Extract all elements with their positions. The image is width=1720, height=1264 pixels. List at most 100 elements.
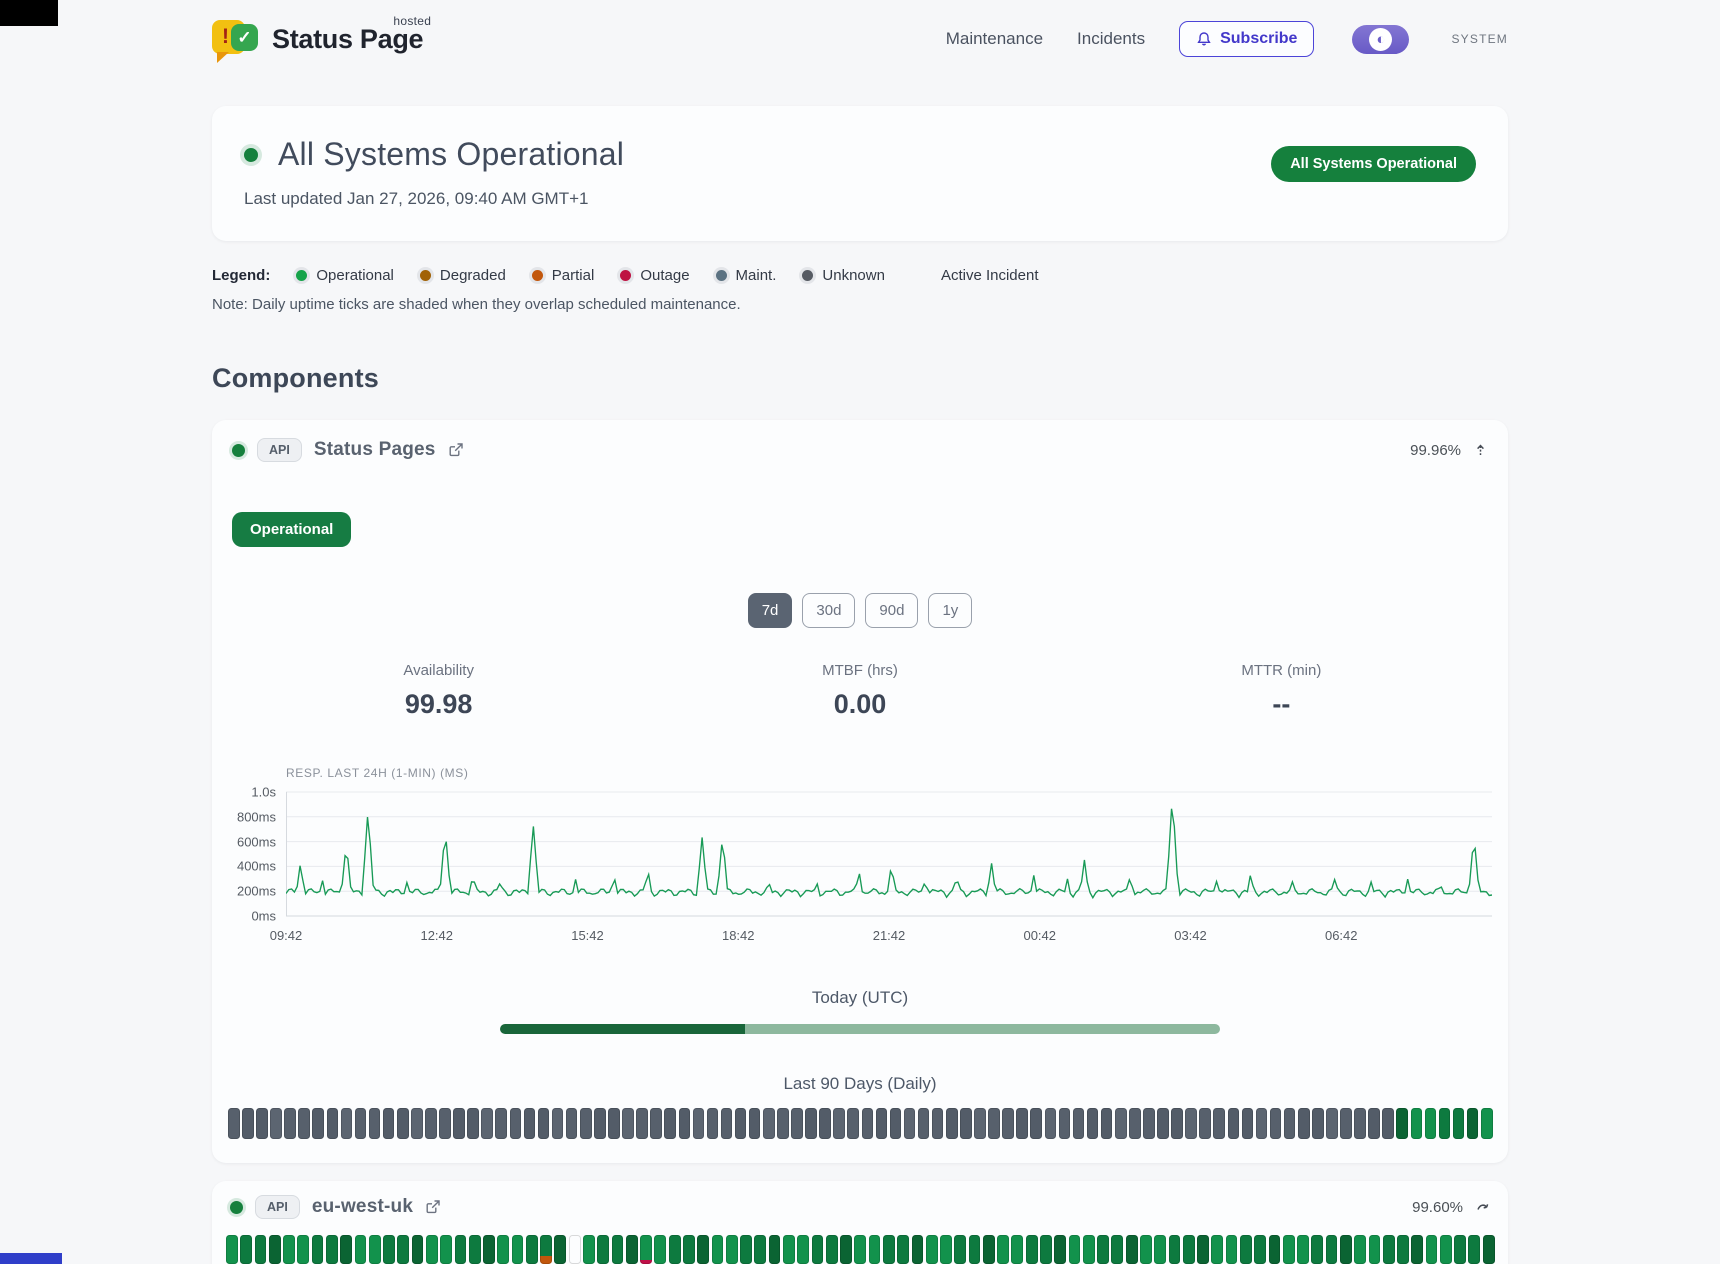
uptime-tick[interactable] [1326,1235,1338,1264]
uptime-tick[interactable] [439,1108,451,1139]
uptime-tick[interactable] [640,1235,652,1264]
uptime-tick[interactable] [283,1235,295,1264]
uptime-tick[interactable] [566,1108,578,1139]
uptime-tick[interactable] [683,1235,695,1264]
uptime-tick[interactable] [512,1235,524,1264]
uptime-tick[interactable] [270,1108,282,1139]
uptime-tick[interactable] [1059,1108,1071,1139]
external-link-icon[interactable] [425,1199,441,1215]
collapse-arrow-icon[interactable] [1473,443,1488,458]
uptime-tick[interactable] [754,1235,766,1264]
uptime-tick[interactable] [440,1235,452,1264]
uptime-tick[interactable] [524,1108,536,1139]
uptime-tick[interactable] [1129,1108,1141,1139]
uptime-tick[interactable] [890,1108,902,1139]
uptime-tick[interactable] [255,1235,267,1264]
uptime-tick[interactable] [483,1235,495,1264]
uptime-tick[interactable] [1101,1108,1113,1139]
uptime-tick[interactable] [1368,1108,1380,1139]
uptime-tick[interactable] [1254,1235,1266,1264]
uptime-tick[interactable] [1073,1108,1085,1139]
uptime-tick[interactable] [769,1235,781,1264]
uptime-tick[interactable] [1354,1108,1366,1139]
uptime-tick[interactable] [497,1235,509,1264]
uptime-tick[interactable] [1411,1235,1423,1264]
uptime-tick[interactable] [712,1235,724,1264]
uptime-tick[interactable] [812,1235,824,1264]
range-30d-button[interactable]: 30d [802,593,855,628]
uptime-tick[interactable] [228,1108,240,1139]
uptime-tick[interactable] [1269,1235,1281,1264]
uptime-tick[interactable] [1143,1108,1155,1139]
uptime-tick[interactable] [1426,1235,1438,1264]
uptime-tick[interactable] [455,1235,467,1264]
uptime-tick[interactable] [1369,1235,1381,1264]
uptime-tick[interactable] [664,1108,676,1139]
uptime-tick[interactable] [1054,1235,1066,1264]
uptime-tick[interactable] [1439,1108,1451,1139]
uptime-tick[interactable] [297,1235,309,1264]
uptime-tick[interactable] [1283,1235,1295,1264]
uptime-tick[interactable] [226,1235,238,1264]
uptime-tick[interactable] [932,1108,944,1139]
uptime-tick[interactable] [763,1108,775,1139]
uptime-tick[interactable] [721,1108,733,1139]
uptime-tick[interactable] [1226,1235,1238,1264]
uptime-tick[interactable] [284,1108,296,1139]
uptime-tick[interactable] [1340,1235,1352,1264]
uptime-tick[interactable] [650,1108,662,1139]
uptime-tick[interactable] [697,1235,709,1264]
uptime-tick[interactable] [1256,1108,1268,1139]
uptime-tick[interactable] [1045,1108,1057,1139]
uptime-tick[interactable] [876,1108,888,1139]
uptime-tick[interactable] [1171,1108,1183,1139]
uptime-tick[interactable] [355,1108,367,1139]
uptime-tick[interactable] [1467,1108,1479,1139]
uptime-tick[interactable] [383,1235,395,1264]
uptime-tick[interactable] [1126,1235,1138,1264]
uptime-tick[interactable] [340,1235,352,1264]
uptime-tick[interactable] [883,1235,895,1264]
uptime-tick[interactable] [840,1235,852,1264]
uptime-tick[interactable] [974,1108,986,1139]
uptime-tick[interactable] [1454,1235,1466,1264]
uptime-tick[interactable] [298,1108,310,1139]
uptime-tick[interactable] [1069,1235,1081,1264]
uptime-tick[interactable] [580,1108,592,1139]
uptime-tick[interactable] [1397,1235,1409,1264]
uptime-tick[interactable] [1213,1108,1225,1139]
uptime-tick[interactable] [997,1235,1009,1264]
uptime-tick[interactable] [526,1235,538,1264]
uptime-tick[interactable] [1016,1108,1028,1139]
uptime-tick[interactable] [1483,1235,1495,1264]
uptime-tick[interactable] [926,1235,938,1264]
uptime-tick[interactable] [1312,1108,1324,1139]
uptime-tick[interactable] [669,1235,681,1264]
uptime-tick[interactable] [1453,1108,1465,1139]
uptime-tick[interactable] [453,1108,465,1139]
component-header[interactable]: API eu-west-uk 99.60% [226,1195,1494,1219]
nav-incidents[interactable]: Incidents [1077,29,1145,49]
uptime-tick[interactable] [1240,1235,1252,1264]
uptime-tick[interactable] [327,1108,339,1139]
uptime-tick[interactable] [1440,1235,1452,1264]
uptime-tick[interactable] [1040,1235,1052,1264]
uptime-tick[interactable] [1297,1235,1309,1264]
uptime-tick[interactable] [654,1235,666,1264]
range-7d-button[interactable]: 7d [748,593,793,628]
uptime-tick[interactable] [467,1108,479,1139]
uptime-tick[interactable] [412,1235,424,1264]
uptime-tick[interactable] [826,1235,838,1264]
uptime-tick[interactable] [777,1108,789,1139]
uptime-tick[interactable] [1411,1108,1423,1139]
uptime-tick[interactable] [597,1235,609,1264]
uptime-tick[interactable] [833,1108,845,1139]
uptime-tick[interactable] [1340,1108,1352,1139]
uptime-tick[interactable] [552,1108,564,1139]
uptime-tick[interactable] [538,1108,550,1139]
uptime-tick[interactable] [495,1108,507,1139]
uptime-tick[interactable] [897,1235,909,1264]
uptime-tick[interactable] [1026,1235,1038,1264]
uptime-tick[interactable] [554,1235,566,1264]
uptime-tick[interactable] [269,1235,281,1264]
